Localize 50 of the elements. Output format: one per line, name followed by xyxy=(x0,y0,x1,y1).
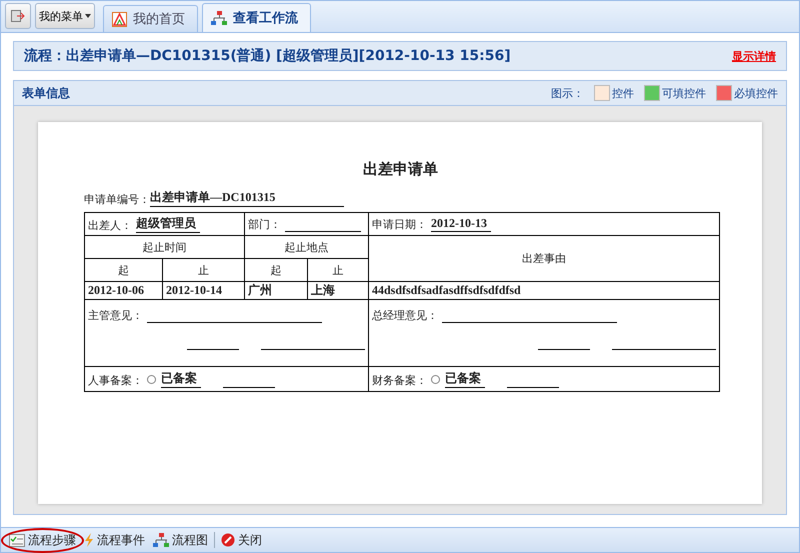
flow-title: 流程：出差申请单—DC101315(普通) [超级管理员][2012-10-13 15:56] xyxy=(24,47,511,65)
field-label: 申请单编号： xyxy=(84,192,150,207)
table-cell: 上海 xyxy=(308,282,368,300)
field-label: 财务备案： xyxy=(372,373,427,388)
toolbar-button[interactable]: 流程步骤 xyxy=(7,532,78,548)
legend-label: 必填控件 xyxy=(734,86,778,100)
panel-title: 表单信息 xyxy=(22,84,70,102)
radio-label: 已备案 xyxy=(161,370,201,388)
close-icon xyxy=(221,533,235,547)
lightning-icon xyxy=(84,533,94,547)
field-label: 申请日期： xyxy=(372,217,427,232)
checklist-icon xyxy=(9,534,25,546)
table-header: 出差事由 xyxy=(368,236,720,282)
exit-button[interactable] xyxy=(5,3,31,29)
menu-button[interactable]: 我的菜单 xyxy=(35,3,95,29)
legend-label: 控件 xyxy=(612,86,634,100)
field-value: 出差申请单—DC101315 xyxy=(150,189,344,207)
field-label: 主管意见： xyxy=(88,308,143,323)
field-label: 人事备案： xyxy=(88,373,143,388)
field-value: 2012-10-13 xyxy=(431,216,491,232)
tab[interactable]: 我的首页 xyxy=(103,5,198,32)
field-value: 超级管理员 xyxy=(136,215,200,233)
table-header: 起止时间 xyxy=(84,236,244,258)
caret-icon xyxy=(85,14,91,18)
table-cell: 2012-10-06 xyxy=(84,282,162,300)
toolbar-button[interactable]: 流程事件 xyxy=(82,532,147,548)
exit-icon xyxy=(11,10,25,22)
table-cell: 广州 xyxy=(244,282,308,300)
toolbar-button[interactable]: 关闭 xyxy=(219,532,264,548)
radio-label: 已备案 xyxy=(445,370,485,388)
table-header: 止 xyxy=(162,258,244,282)
legend-label: 可填控件 xyxy=(662,86,706,100)
flowchart-icon xyxy=(211,11,227,25)
table-header: 起 xyxy=(84,258,162,282)
radio-button[interactable] xyxy=(147,374,156,384)
form-title: 出差申请单 xyxy=(362,160,439,179)
table-header: 起 xyxy=(244,258,308,282)
table-cell: 2012-10-14 xyxy=(162,282,244,300)
show-details-link[interactable]: 显示详情 xyxy=(732,48,776,64)
flowchart-icon xyxy=(153,533,169,547)
field-label: 部门： xyxy=(248,216,281,232)
radio-button[interactable] xyxy=(431,374,440,384)
table-cell: 44dsdfsdfsadfasdffsdfsdfdfsd xyxy=(368,282,720,300)
legend-label: 图示： xyxy=(551,86,584,100)
field-label: 出差人： xyxy=(88,218,132,233)
toolbar-button[interactable]: 流程图 xyxy=(151,532,210,548)
tab[interactable]: 查看工作流 xyxy=(202,3,311,32)
triangle-logo-icon xyxy=(112,12,127,26)
table-header: 起止地点 xyxy=(244,236,368,258)
field-label: 总经理意见： xyxy=(372,308,438,323)
